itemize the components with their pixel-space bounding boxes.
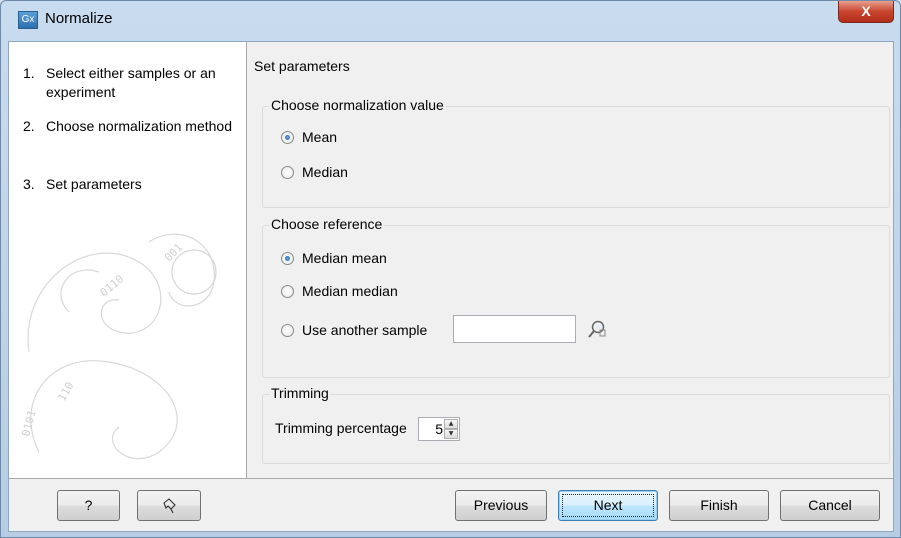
- steps-panel: 1. Select either samples or an experimen…: [9, 42, 247, 478]
- finish-label: Finish: [700, 497, 738, 513]
- step-number: 2.: [23, 118, 35, 134]
- spinner-arrows: ▲ ▼: [444, 419, 458, 439]
- radio-label: Mean: [302, 129, 338, 145]
- group-title: Trimming: [269, 385, 331, 401]
- radio-mean[interactable]: Mean: [281, 127, 337, 147]
- reset-button[interactable]: [137, 490, 201, 521]
- step-label: Choose normalization method: [46, 118, 232, 134]
- previous-button[interactable]: Previous: [455, 490, 547, 521]
- help-button[interactable]: ?: [57, 490, 120, 521]
- finish-button[interactable]: Finish: [669, 490, 769, 521]
- step-number: 1.: [23, 65, 35, 81]
- next-button[interactable]: Next: [558, 490, 658, 521]
- radio-button[interactable]: [281, 165, 294, 179]
- spin-down-icon[interactable]: ▼: [444, 429, 458, 439]
- svg-text:0110: 0110: [98, 272, 127, 299]
- title-bar[interactable]: Gx Normalize X: [1, 1, 900, 41]
- cancel-button[interactable]: Cancel: [780, 490, 880, 521]
- group-title: Choose normalization value: [269, 97, 446, 113]
- focus-ring: [562, 494, 654, 517]
- reset-icon: [163, 498, 176, 514]
- button-bar: ? Previous Next Finish Cancel: [9, 478, 893, 531]
- radio-median-mean[interactable]: Median mean: [281, 248, 387, 268]
- group-title: Choose reference: [269, 216, 385, 232]
- browse-icon[interactable]: [585, 318, 607, 340]
- reference-group: Choose reference Median mean Median medi…: [262, 216, 890, 378]
- svg-text:001: 001: [162, 241, 185, 264]
- radio-button[interactable]: [281, 323, 294, 337]
- radio-label: Median mean: [302, 250, 387, 266]
- step-number: 3.: [23, 176, 35, 192]
- step-label: Set parameters: [46, 176, 142, 192]
- normalization-value-group: Choose normalization value Mean Median: [262, 97, 890, 208]
- svg-text:0101: 0101: [19, 409, 38, 438]
- trimming-percentage-spinner[interactable]: 5 ▲ ▼: [418, 417, 460, 441]
- spin-up-icon[interactable]: ▲: [444, 419, 458, 429]
- radio-label: Median median: [302, 283, 398, 299]
- sample-input[interactable]: [453, 315, 576, 343]
- app-icon: Gx: [18, 11, 38, 29]
- radio-button[interactable]: [281, 251, 294, 265]
- spinner-value[interactable]: 5: [419, 421, 443, 437]
- radio-label: Use another sample: [302, 322, 428, 338]
- window-title: Normalize: [45, 10, 113, 27]
- svg-text:110: 110: [55, 380, 76, 404]
- parameters-panel: Set parameters Choose normalization valu…: [248, 42, 893, 478]
- radio-button[interactable]: [281, 284, 294, 298]
- radio-median-median[interactable]: Median median: [281, 281, 398, 301]
- radio-button[interactable]: [281, 130, 294, 144]
- trimming-group: Trimming Trimming percentage 5 ▲ ▼: [262, 385, 890, 464]
- step-label: Select either samples or an experiment: [46, 65, 216, 100]
- help-label: ?: [84, 497, 93, 513]
- panel-title: Set parameters: [254, 58, 350, 74]
- decorative-swirl-graphic: 0110 0101 001 110: [19, 233, 217, 460]
- radio-median[interactable]: Median: [281, 162, 348, 182]
- normalize-dialog: Gx Normalize X 1. Select either samples …: [0, 0, 901, 538]
- radio-label: Median: [302, 164, 348, 180]
- close-button[interactable]: X: [838, 1, 894, 23]
- previous-label: Previous: [473, 497, 529, 513]
- dialog-content: 1. Select either samples or an experimen…: [8, 41, 894, 532]
- trimming-label: Trimming percentage: [275, 420, 407, 436]
- radio-use-another-sample[interactable]: Use another sample: [281, 320, 427, 340]
- cancel-label: Cancel: [808, 497, 852, 513]
- close-icon: X: [861, 3, 871, 19]
